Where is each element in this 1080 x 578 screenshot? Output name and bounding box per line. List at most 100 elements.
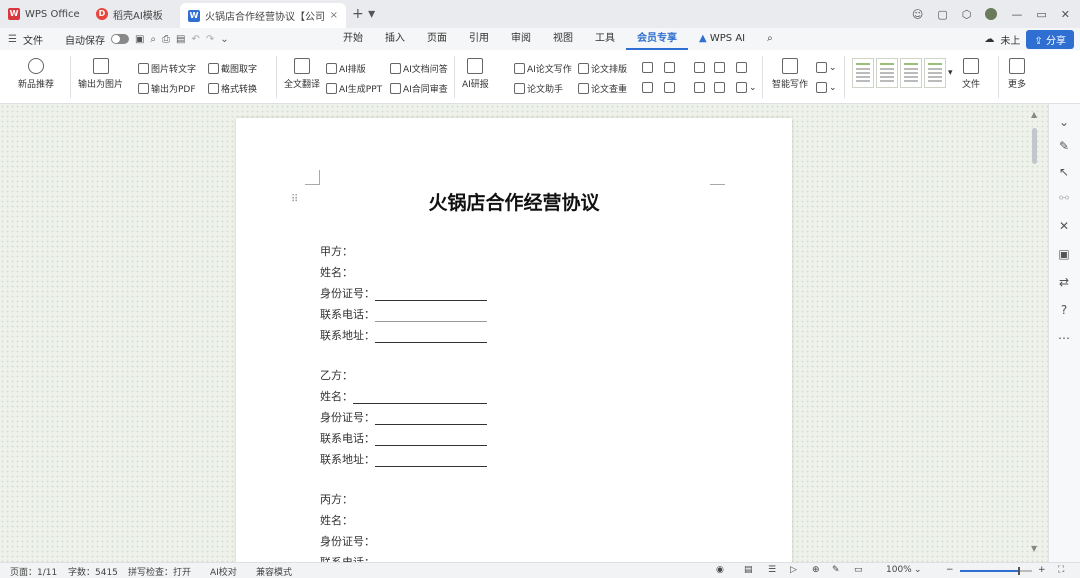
ai-doc-qa-button[interactable]: AI文档问答	[390, 62, 448, 75]
file-templates-button[interactable]: 文件	[962, 58, 980, 90]
full-translate-button[interactable]: 全文翻译	[284, 58, 320, 90]
page-view-icon[interactable]: ▤	[744, 565, 753, 575]
cloud-icon[interactable]: ☁	[984, 34, 994, 45]
ai-proofread[interactable]: AI校对	[210, 565, 237, 578]
search-icon[interactable]: ⌕	[756, 28, 784, 50]
ai-contract-button[interactable]: AI合同审查	[390, 82, 448, 95]
phone-blank[interactable]	[375, 308, 487, 322]
template-thumbnail[interactable]	[852, 58, 874, 88]
print-icon[interactable]: ⎙	[162, 34, 170, 45]
close-icon[interactable]: ✕	[1061, 8, 1070, 21]
hamburger-icon[interactable]: ☰	[8, 34, 17, 45]
user-status[interactable]: 未上	[1000, 32, 1020, 47]
name-blank[interactable]	[353, 390, 487, 404]
party-c-section[interactable]: 丙方： 姓名： 身份证号： 联系电话：	[320, 486, 375, 562]
id-blank[interactable]	[375, 411, 487, 425]
menu-reference[interactable]: 引用	[458, 28, 500, 50]
zoom-out-icon[interactable]: −	[946, 565, 954, 575]
document-page[interactable]: ⠿ 火锅店合作经营协议 甲方： 姓名： 身份证号： 联系电话： 联系地址： 乙方…	[236, 118, 792, 562]
menu-wps-ai[interactable]: ▲ WPS AI	[688, 28, 756, 50]
zoom-slider-handle[interactable]	[1018, 567, 1020, 575]
fullscreen-icon[interactable]: ⛶	[1058, 565, 1064, 575]
tool-e-button[interactable]	[694, 62, 705, 73]
document-canvas[interactable]: ⠿ 火锅店合作经营协议 甲方： 姓名： 身份证号： 联系电话： 联系地址： 乙方…	[0, 104, 1048, 562]
tool-f-button[interactable]	[694, 82, 705, 93]
undo-icon[interactable]: ↶	[191, 34, 199, 45]
ai-paper-button[interactable]: AI论文写作	[514, 62, 572, 75]
web-icon[interactable]: ⊕	[812, 565, 820, 575]
tab-document[interactable]: W 火锅店合作经营协议【公司】.d ×	[180, 3, 346, 28]
menu-insert[interactable]: 插入	[374, 28, 416, 50]
pen-icon[interactable]: ✎	[1056, 138, 1072, 154]
eye-icon[interactable]: ◉	[716, 565, 724, 575]
vertical-scrollbar[interactable]	[1032, 128, 1037, 164]
tool-h-button[interactable]	[714, 82, 725, 93]
id-blank[interactable]	[375, 287, 487, 301]
avatar[interactable]	[985, 8, 998, 20]
format-convert-button[interactable]: 格式转换	[208, 82, 257, 95]
ocr-button[interactable]: 图片转文字	[138, 62, 196, 75]
menu-tools[interactable]: 工具	[584, 28, 626, 50]
share-button[interactable]: ⇪ 分享	[1026, 30, 1074, 49]
window-icon[interactable]: ▢	[937, 8, 947, 21]
zoom-dropdown-icon[interactable]: ⌄	[914, 565, 922, 575]
more-button[interactable]: 更多	[1008, 58, 1026, 90]
help-icon[interactable]: ?	[1056, 302, 1072, 318]
tool-k-button[interactable]: ⌄	[816, 62, 837, 73]
play-icon[interactable]: ▷	[790, 565, 797, 575]
menu-view[interactable]: 视图	[542, 28, 584, 50]
close-tab-icon[interactable]: ×	[330, 10, 338, 21]
tool-l-button[interactable]: ⌄	[816, 82, 837, 93]
tool-i-button[interactable]	[736, 62, 747, 73]
menu-page[interactable]: 页面	[416, 28, 458, 50]
export-image-button[interactable]: 输出为图片	[78, 58, 123, 90]
edit-icon[interactable]: ✎	[832, 565, 840, 575]
tools-icon[interactable]: ✕	[1056, 218, 1072, 234]
zoom-level[interactable]: 100%	[886, 565, 912, 575]
assistant-icon[interactable]: ☺	[912, 8, 923, 21]
tab-wps-office[interactable]: W WPS Office	[0, 0, 88, 28]
zoom-slider[interactable]	[960, 570, 1032, 572]
menu-start[interactable]: 开始	[332, 28, 374, 50]
pointer-icon[interactable]: ↖	[1056, 164, 1072, 180]
template-thumbnail[interactable]	[876, 58, 898, 88]
tool-a-button[interactable]	[642, 62, 653, 73]
paper-format-button[interactable]: 论文排版	[578, 62, 627, 75]
tool-g-button[interactable]	[714, 62, 725, 73]
page-indicator[interactable]: 页面：1/11	[10, 565, 57, 578]
address-blank[interactable]	[375, 453, 487, 467]
more-icon[interactable]: ⋯	[1056, 330, 1072, 346]
redo-icon[interactable]: ↷	[206, 34, 214, 45]
ai-report-button[interactable]: AI研报	[462, 58, 489, 90]
minimize-icon[interactable]: —	[1011, 8, 1022, 21]
tool-j-button[interactable]: ⌄	[736, 82, 757, 93]
templates-expand-icon[interactable]: ▾	[948, 68, 953, 78]
cube-icon[interactable]: ⬡	[962, 8, 972, 21]
party-b-section[interactable]: 乙方： 姓名： 身份证号： 联系电话： 联系地址：	[320, 362, 487, 467]
word-count[interactable]: 字数：5415	[68, 565, 118, 578]
new-smart-button[interactable]: 新品推荐	[18, 58, 54, 90]
spell-check[interactable]: 拼写检查：打开	[128, 565, 191, 578]
search-icon[interactable]: ⌕	[150, 34, 156, 45]
template-thumbnail[interactable]	[900, 58, 922, 88]
autosave-toggle[interactable]	[110, 34, 129, 44]
party-a-section[interactable]: 甲方： 姓名： 身份证号： 联系电话： 联系地址：	[320, 238, 487, 343]
menu-review[interactable]: 审阅	[500, 28, 542, 50]
collapse-icon[interactable]: ⌄	[1056, 114, 1072, 130]
new-tab-button[interactable]: + ▾	[346, 0, 381, 28]
ai-layout-button[interactable]: AI排版	[326, 62, 366, 75]
paper-assist-button[interactable]: 论文助手	[514, 82, 563, 95]
paper-check-button[interactable]: 论文查重	[578, 82, 627, 95]
template-thumbnail[interactable]	[924, 58, 946, 88]
document-title[interactable]: 火锅店合作经营协议	[236, 188, 792, 215]
address-blank[interactable]	[375, 329, 487, 343]
scroll-down-icon[interactable]: ▼	[1031, 544, 1037, 553]
fit-icon[interactable]: ▭	[854, 565, 863, 575]
menu-member[interactable]: 会员专享	[626, 28, 688, 50]
ai-ppt-button[interactable]: AI生成PPT	[326, 82, 382, 95]
file-menu[interactable]: 文件	[23, 32, 43, 47]
smart-write-button[interactable]: 智能写作	[772, 58, 808, 90]
save-icon[interactable]: ▣	[135, 34, 144, 45]
format-painter-icon[interactable]: ▤	[176, 34, 185, 45]
phone-blank[interactable]	[375, 432, 487, 446]
